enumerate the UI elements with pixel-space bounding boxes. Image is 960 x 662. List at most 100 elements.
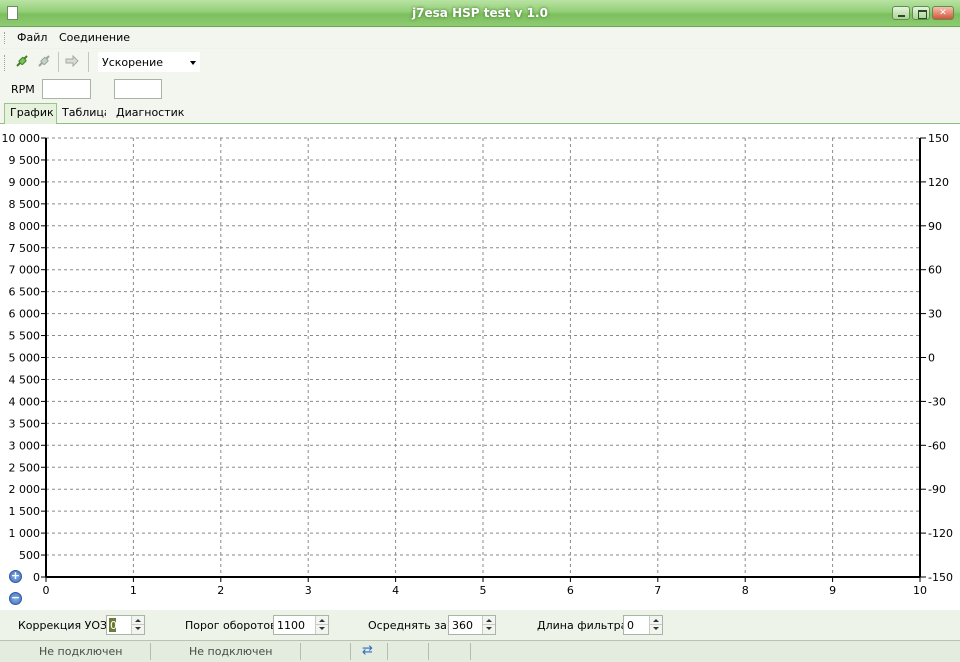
stepper-down-icon[interactable] [653, 627, 659, 630]
mode-select-value: Ускорение [102, 56, 163, 69]
settings-bar: Коррекция УОЗ 0 Порог оборотов 1100 Осре… [0, 610, 960, 640]
x-tick-label: 4 [392, 584, 399, 597]
status-separator [428, 643, 429, 660]
stepper-buttons[interactable] [482, 616, 495, 634]
minimize-button[interactable] [892, 6, 910, 20]
y-left-tick-label: 8 000 [9, 220, 41, 233]
tab-diagnostics[interactable]: Диагностика [111, 104, 185, 124]
zoom-in-icon[interactable]: + [9, 570, 22, 583]
y-left-tick-label: 9 500 [9, 154, 41, 167]
connect-icon[interactable] [13, 53, 31, 71]
y-right-tick-label: -150 [928, 571, 953, 584]
mode-select[interactable]: Ускорение [98, 52, 200, 72]
correction-value: 0 [110, 619, 117, 632]
x-tick-label: 2 [217, 584, 224, 597]
title-bar: j7esa HSP test v 1.0 [0, 0, 960, 27]
disconnect-icon[interactable] [35, 53, 53, 71]
status-bar: Не подключен Не подключен ⇄ [0, 640, 960, 662]
y-right-tick-label: -30 [928, 395, 946, 408]
y-right-tick-label: 30 [928, 308, 942, 321]
y-left-tick-label: 2 000 [9, 483, 41, 496]
stepper-buttons[interactable] [315, 616, 328, 634]
stepper-up-icon[interactable] [653, 619, 659, 622]
rpm-input-1[interactable] [42, 79, 91, 99]
zoom-out-icon[interactable]: − [9, 592, 22, 605]
stepper-up-icon[interactable] [319, 619, 325, 622]
x-tick-label: 5 [480, 584, 487, 597]
y-left-tick-label: 7 000 [9, 264, 41, 277]
average-label: Осреднять за [368, 619, 447, 632]
y-left-tick-label: 0 [33, 571, 40, 584]
y-left-tick-label: 4 500 [9, 373, 41, 386]
tab-graph[interactable]: График [4, 103, 57, 125]
y-left-tick-label: 2 500 [9, 461, 41, 474]
y-right-tick-label: 120 [928, 176, 949, 189]
status-separator [470, 643, 471, 660]
y-left-tick-label: 8 500 [9, 198, 41, 211]
y-right-tick-label: -90 [928, 483, 946, 496]
status-separator [150, 643, 151, 660]
window-controls [892, 6, 954, 20]
menu-grip [4, 32, 7, 44]
stepper-down-icon[interactable] [135, 627, 141, 630]
y-right-tick-label: 0 [928, 352, 935, 365]
status-connection-1: Не подключен [39, 645, 123, 658]
y-right-tick-label: 150 [928, 132, 949, 145]
status-connection-2: Не подключен [189, 645, 273, 658]
menu-connection[interactable]: Соединение [59, 31, 130, 44]
y-left-tick-label: 6 000 [9, 308, 41, 321]
y-left-tick-label: 5 500 [9, 330, 41, 343]
x-tick-label: 1 [130, 584, 137, 597]
filter-stepper[interactable]: 0 [623, 615, 663, 635]
y-left-tick-label: 6 500 [9, 286, 41, 299]
transfer-icon: ⇄ [362, 643, 373, 658]
rpm-label: RPM [11, 83, 35, 96]
close-button[interactable] [932, 6, 954, 20]
x-tick-label: 10 [913, 584, 927, 597]
filter-label: Длина фильтра [537, 619, 628, 632]
x-tick-label: 9 [829, 584, 836, 597]
y-right-tick-label: 90 [928, 220, 942, 233]
maximize-button[interactable] [912, 6, 930, 20]
menu-file[interactable]: Файл [17, 31, 47, 44]
x-tick-label: 8 [742, 584, 749, 597]
stepper-up-icon[interactable] [486, 619, 492, 622]
x-tick-label: 7 [654, 584, 661, 597]
threshold-stepper[interactable]: 1100 [273, 615, 329, 635]
y-right-tick-label: 60 [928, 264, 942, 277]
y-left-tick-label: 5 000 [9, 352, 41, 365]
chart-area: 10 000 9 500 9 000 8 500 8 000 7 500 7 000 6 50… [0, 124, 960, 610]
send-arrow-icon[interactable] [63, 53, 81, 71]
rpm-chart: 10 0009 5009 0008 5008 0007 5007 0006 50… [2, 132, 953, 597]
filter-value: 0 [627, 619, 634, 632]
status-separator [350, 643, 351, 660]
stepper-down-icon[interactable] [486, 627, 492, 630]
y-left-tick-label: 9 000 [9, 176, 41, 189]
correction-stepper[interactable]: 0 [106, 615, 145, 635]
y-left-tick-label: 3 500 [9, 417, 41, 430]
y-left-tick-label: 7 500 [9, 242, 41, 255]
correction-label: Коррекция УОЗ [18, 619, 108, 632]
toolbar: Ускорение [0, 49, 960, 76]
rpm-row: RPM [0, 76, 960, 102]
average-value: 360 [452, 619, 473, 632]
tab-table[interactable]: Таблица [57, 104, 106, 124]
toolbar-grip [4, 55, 7, 71]
average-stepper[interactable]: 360 [448, 615, 496, 635]
threshold-value: 1100 [277, 619, 305, 632]
status-separator [300, 643, 301, 660]
chevron-down-icon [190, 61, 196, 65]
y-left-tick-label: 1 500 [9, 505, 41, 518]
threshold-label: Порог оборотов [185, 619, 277, 632]
y-left-tick-label: 10 000 [2, 132, 41, 145]
toolbar-separator [88, 52, 89, 72]
stepper-buttons[interactable] [131, 616, 144, 634]
menu-bar: Файл Соединение [0, 28, 960, 48]
stepper-down-icon[interactable] [319, 627, 325, 630]
x-tick-label: 6 [567, 584, 574, 597]
rpm-input-2[interactable] [114, 79, 162, 99]
y-left-tick-label: 1 000 [9, 527, 41, 540]
stepper-buttons[interactable] [649, 616, 662, 634]
window-title: j7esa HSP test v 1.0 [412, 6, 548, 20]
stepper-up-icon[interactable] [135, 619, 141, 622]
